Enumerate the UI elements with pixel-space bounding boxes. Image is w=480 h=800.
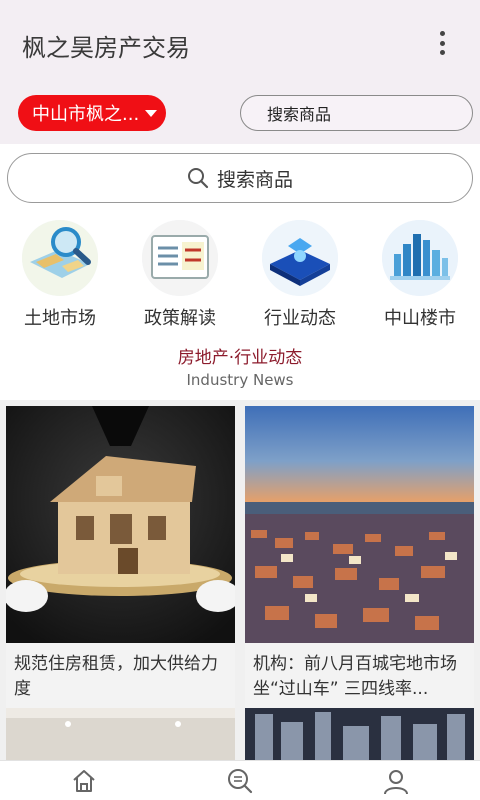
section-header: 房地产·行业动态 Industry News <box>0 340 480 396</box>
tab-home[interactable] <box>66 765 102 797</box>
city-label: 中山市枫之... <box>32 104 140 125</box>
tab-profile[interactable] <box>378 765 414 797</box>
category-label: 中山楼市 <box>384 308 456 329</box>
category-label: 政策解读 <box>144 308 216 329</box>
search-label: 搜索商品 <box>216 168 293 191</box>
app-title: 枫之昊房产交易 <box>22 34 190 62</box>
article-card[interactable]: 机构：前八月百城宅地市场坐“过山车” 三四线率... <box>245 406 474 709</box>
article-card[interactable] <box>245 708 474 768</box>
app-bar: 枫之昊房产交易 <box>0 0 480 88</box>
section-subtitle: Industry News <box>186 371 294 389</box>
article-card[interactable]: 规范住房租赁，加大供给力度 <box>6 406 235 709</box>
category-row: 土地市场 政策解读 行业动态 中山楼市 <box>0 220 480 330</box>
city-night-image <box>245 708 474 768</box>
category-label: 土地市场 <box>24 308 96 329</box>
map-magnifier-icon <box>22 220 98 296</box>
more-dot-icon <box>439 31 445 36</box>
more-options-button[interactable] <box>428 26 456 60</box>
bottom-tab-bar <box>0 760 480 800</box>
city-selector-button[interactable]: 中山市枫之... <box>18 95 166 131</box>
tab-news[interactable] <box>222 765 258 797</box>
article-caption: 规范住房租赁，加大供给力度 <box>14 654 218 699</box>
house-model-image <box>6 406 235 643</box>
user-icon <box>384 770 408 795</box>
section-title: 房地产·行业动态 <box>177 348 303 368</box>
home-icon <box>73 770 95 792</box>
city-skyline-icon <box>382 220 458 296</box>
category-policy[interactable]: 政策解读 <box>120 220 240 330</box>
more-dot-icon <box>439 50 445 55</box>
category-land-market[interactable]: 土地市场 <box>0 220 120 330</box>
news-search-icon <box>228 769 253 794</box>
industry-cube-icon <box>262 220 338 296</box>
search-icon <box>187 168 209 189</box>
dropdown-caret-icon <box>145 109 158 117</box>
article-grid: 规范住房租赁，加大供给力度 机构：前八月百城宅地市场坐“过山车” 三四线率... <box>0 400 480 768</box>
top-search-placeholder: 搜索商品 <box>267 105 332 124</box>
article-caption: 机构：前八月百城宅地市场坐“过山车” 三四线率... <box>253 654 457 699</box>
policy-board-icon <box>142 220 218 296</box>
category-label: 行业动态 <box>264 308 336 329</box>
article-card[interactable] <box>6 708 235 768</box>
city-dusk-image <box>245 406 474 643</box>
top-search-field[interactable]: 搜索商品 <box>240 95 473 131</box>
more-dot-icon <box>439 40 445 46</box>
category-zhongshan-market[interactable]: 中山楼市 <box>360 220 480 330</box>
category-industry-news[interactable]: 行业动态 <box>240 220 360 330</box>
location-toolbar: 中山市枫之... 搜索商品 <box>0 88 480 144</box>
search-bar[interactable]: 搜索商品 <box>7 153 473 203</box>
interior-ceiling-image <box>6 708 235 768</box>
